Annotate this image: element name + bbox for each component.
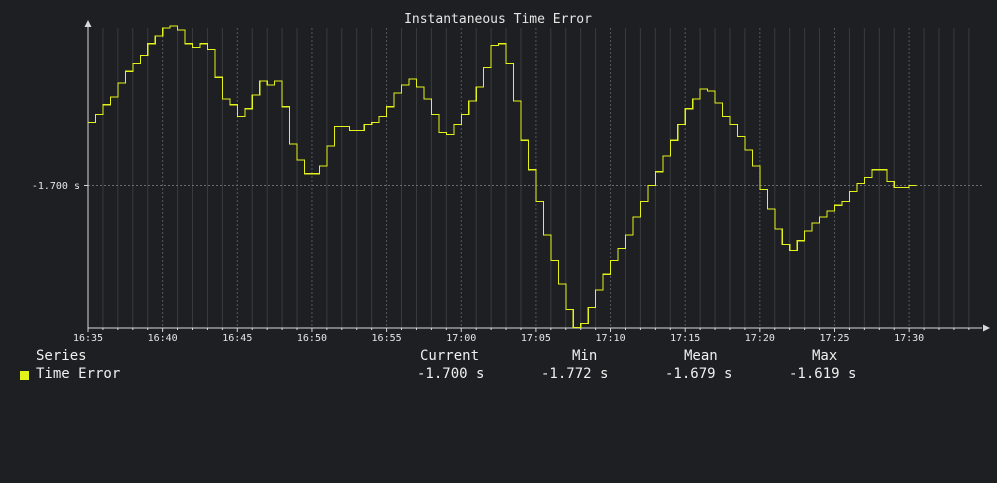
x-axis-arrow [983,324,990,332]
legend-current-value: -1.700 s [417,366,485,382]
legend-swatch [20,371,29,380]
x-tick-label: 16:35 [73,333,103,344]
axes [84,20,990,332]
legend-series-name: Time Error [36,366,121,382]
legend-header-min: Min [572,348,598,364]
x-tick-label: 16:45 [222,333,252,344]
x-tick-label: 17:10 [595,333,625,344]
series-line-time-error [88,25,917,328]
x-tick-label: 16:55 [372,333,402,344]
x-tick-label: 17:20 [745,333,775,344]
x-tick-label: 17:25 [819,333,849,344]
x-tick-label: 17:05 [521,333,551,344]
legend-header-series: Series [36,348,87,364]
legend-mean-value: -1.679 s [665,366,733,382]
chart-title: Instantaneous Time Error [404,12,592,27]
x-tick-label: 16:40 [148,333,178,344]
x-tick-label: 17:00 [446,333,476,344]
y-tick-label: -1.700 s [32,181,80,192]
y-tick-labels: -1.700 s [32,181,80,192]
x-tick-label: 17:15 [670,333,700,344]
x-tick-label: 17:30 [894,333,924,344]
legend-header-current: Current [420,348,480,364]
legend-min-value: -1.772 s [541,366,609,382]
legend-max-value: -1.619 s [789,366,857,382]
chart-svg: Instantaneous Time Error 16:35 16:40 16:45… [32,12,990,344]
x-tick-label: 16:50 [297,333,327,344]
y-axis-arrow [84,20,92,27]
x-tick-labels: 16:35 16:40 16:45 16:50 16:55 17:00 17:05 17:10… [73,333,924,344]
legend-header-max: Max [812,348,838,364]
legend-header-mean: Mean [684,348,718,364]
series-layer [88,25,917,328]
chart: Instantaneous Time Error 16:35 16:40 16:45… [0,0,997,483]
